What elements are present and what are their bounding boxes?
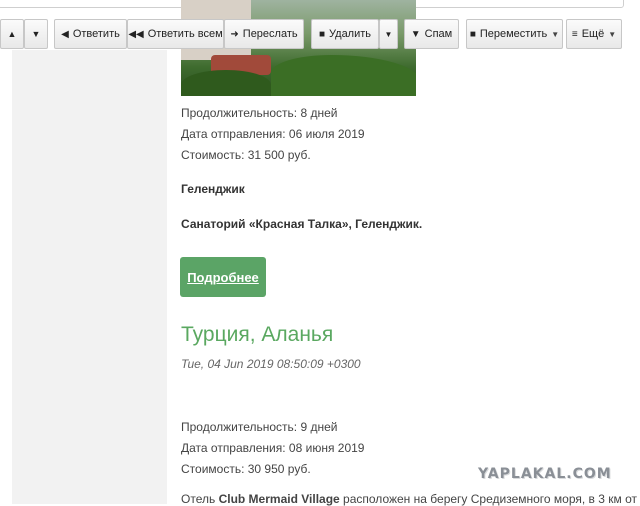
- spam-button[interactable]: ▼ Спам: [404, 19, 459, 49]
- move-button[interactable]: ■ Переместить ▼: [466, 19, 563, 49]
- tour2-duration: Продолжительность: 9 дней: [181, 420, 338, 434]
- tour2-price: Стоимость: 30 950 руб.: [181, 462, 311, 476]
- trash-icon: ■: [318, 28, 326, 40]
- reply-button[interactable]: ◀ Ответить: [54, 19, 127, 49]
- more-actions-button[interactable]: ≡ Ещё ▼: [566, 19, 622, 49]
- more-label: Ещё: [581, 28, 605, 40]
- tour2-title: Турция, Аланья: [181, 323, 334, 346]
- chevron-down-icon: ▼: [608, 29, 617, 39]
- tour2-departure: Дата отправления: 08 июня 2019: [181, 441, 365, 455]
- reply-all-label: Ответить всем: [147, 28, 223, 40]
- tour1-duration: Продолжительность: 8 дней: [181, 106, 338, 120]
- down-arrow-icon: ▼: [31, 29, 41, 39]
- folder-icon: ■: [469, 28, 476, 40]
- tour2-date: Tue, 04 Jun 2019 08:50:09 +0300: [181, 357, 361, 371]
- left-sidebar: [12, 50, 167, 504]
- prev-message-button[interactable]: ▲: [0, 19, 24, 49]
- next-message-button[interactable]: ▼: [24, 19, 48, 49]
- chevron-down-icon: ▼: [384, 29, 393, 39]
- tour1-city: Геленджик: [181, 182, 245, 196]
- forward-icon: ➜: [230, 28, 239, 40]
- reply-all-icon: ◀◀: [128, 28, 144, 40]
- details-button[interactable]: Подробнее: [180, 257, 266, 297]
- forward-button[interactable]: ➜ Переслать: [224, 19, 304, 49]
- reply-label: Ответить: [72, 28, 120, 40]
- spam-label: Спам: [424, 28, 453, 40]
- delete-dropdown-button[interactable]: ▼: [379, 19, 398, 49]
- forward-label: Переслать: [242, 28, 298, 40]
- site-watermark: YAPLAKAL.COM: [478, 466, 612, 482]
- menu-icon: ≡: [571, 28, 578, 40]
- chevron-down-icon: ▼: [551, 29, 560, 39]
- tour1-hotel: Санаторий «Красная Талка», Геленджик.: [181, 217, 423, 231]
- reply-all-button[interactable]: ◀◀ Ответить всем: [127, 19, 224, 49]
- move-label: Переместить: [479, 28, 548, 40]
- up-arrow-icon: ▲: [7, 29, 17, 39]
- tour1-price: Стоимость: 31 500 руб.: [181, 148, 311, 162]
- thumbs-down-icon: ▼: [410, 28, 421, 40]
- reply-icon: ◀: [61, 28, 69, 40]
- mail-toolbar: ▲ ▼ ◀ Ответить ◀◀ Ответить всем ➜ Пересл…: [0, 19, 640, 51]
- search-field-right[interactable]: [390, 0, 624, 8]
- delete-label: Удалить: [329, 28, 372, 40]
- delete-button[interactable]: ■ Удалить: [311, 19, 379, 49]
- tour1-departure: Дата отправления: 06 июля 2019: [181, 127, 365, 141]
